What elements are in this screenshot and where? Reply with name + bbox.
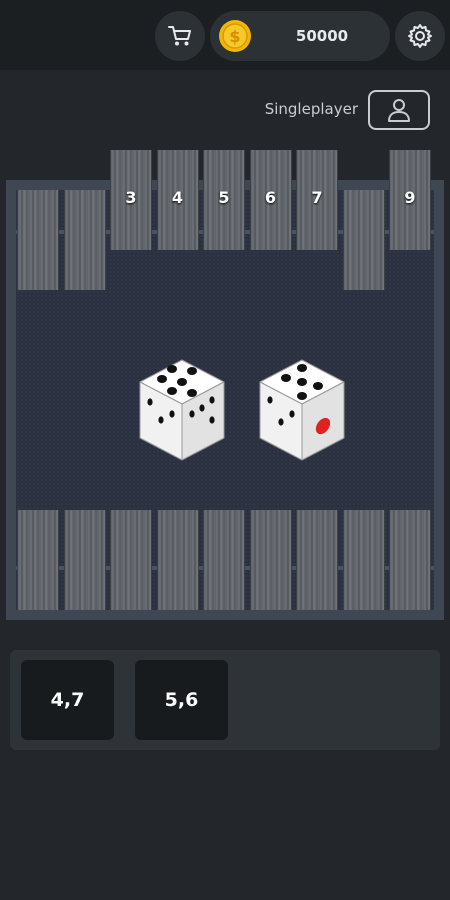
bottom-tile-4 (156, 510, 199, 610)
die-pip (281, 374, 291, 382)
combination-button-1[interactable]: 4,7 (21, 660, 114, 740)
die-pip (278, 418, 284, 426)
die-pip (157, 375, 167, 383)
coin-balance[interactable]: $ 50000 (210, 11, 390, 61)
die-pip (147, 398, 153, 406)
shopping-cart-icon (167, 24, 193, 48)
die-1 (139, 359, 225, 461)
bottom-tile-1 (17, 510, 59, 610)
tile-number: 9 (404, 188, 416, 207)
tile-number: 7 (311, 188, 323, 207)
tile-3[interactable]: 3 (110, 150, 152, 250)
tile-4[interactable]: 4 (156, 150, 199, 250)
tile-9[interactable]: 9 (389, 150, 431, 250)
gold-coin-icon: $ (217, 18, 253, 54)
coin-amount: 50000 (295, 27, 349, 45)
die-pip (313, 382, 323, 390)
die-pip (169, 410, 175, 418)
die-pip (267, 396, 273, 404)
game-mode-label: Singleplayer (264, 100, 358, 118)
profile-button[interactable] (368, 90, 430, 130)
combination-button-2[interactable]: 5,6 (135, 660, 228, 740)
bottom-tile-7 (296, 510, 338, 610)
die-pip (297, 364, 307, 372)
bottom-tile-5 (203, 510, 245, 610)
tile-8[interactable] (342, 190, 385, 290)
die-pip (167, 387, 177, 395)
tile-number: 3 (125, 188, 137, 207)
tile-1[interactable] (17, 190, 59, 290)
die-pip (189, 410, 195, 418)
tile-6[interactable]: 6 (249, 150, 292, 250)
gear-icon (407, 23, 433, 49)
die-pip (199, 404, 205, 412)
tile-5[interactable]: 5 (203, 150, 245, 250)
tile-number: 5 (218, 188, 230, 207)
bottom-tile-8 (342, 510, 385, 610)
die-pip (177, 378, 187, 386)
die-pip (209, 396, 215, 404)
die-pip (209, 416, 215, 424)
tile-number: 6 (264, 188, 277, 207)
bottom-tile-2 (63, 510, 106, 610)
die-pip (297, 378, 307, 386)
svg-text:$: $ (229, 27, 240, 46)
die-2 (259, 359, 345, 461)
tile-2[interactable] (63, 190, 106, 290)
die-pip (297, 392, 307, 400)
die-pip (187, 389, 197, 397)
die-pip (187, 367, 197, 375)
die-pip (167, 365, 177, 373)
tile-number: 4 (171, 188, 184, 207)
user-icon (386, 97, 412, 123)
bottom-tile-3 (110, 510, 152, 610)
shop-button[interactable] (155, 11, 205, 61)
bottom-tile-9 (389, 510, 431, 610)
tile-7[interactable]: 7 (296, 150, 338, 250)
bottom-tile-6 (249, 510, 292, 610)
die-pip (289, 410, 295, 418)
settings-button[interactable] (395, 11, 445, 61)
die-pip (158, 416, 164, 424)
